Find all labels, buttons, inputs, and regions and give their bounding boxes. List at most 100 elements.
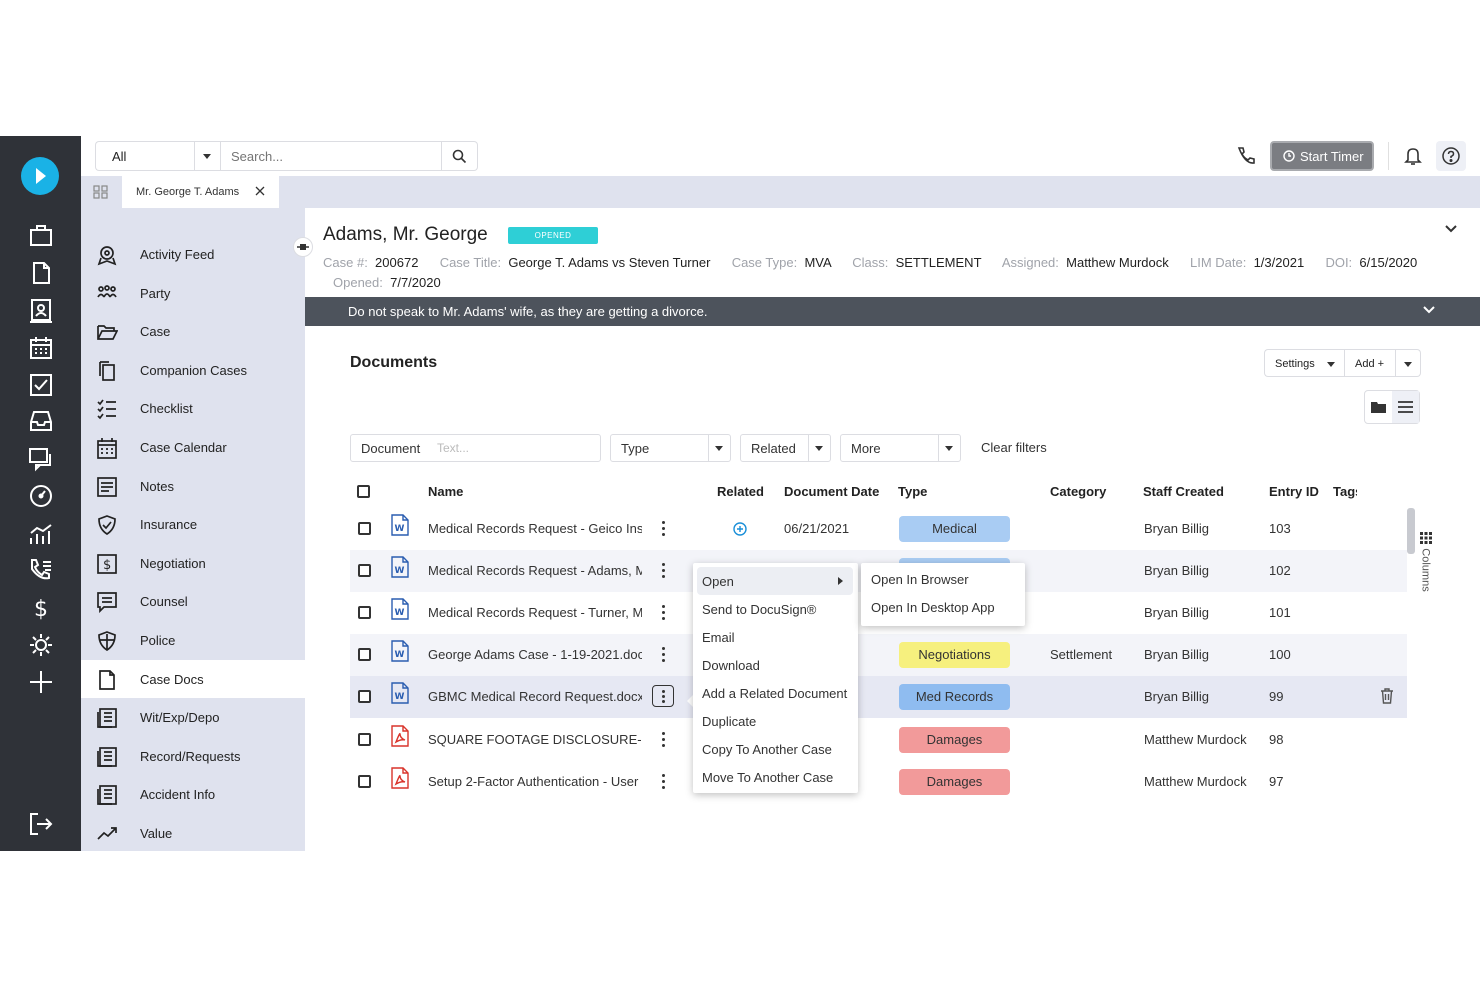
pin-sidebar-button[interactable] (293, 237, 313, 257)
messages-icon[interactable] (28, 446, 54, 472)
close-icon[interactable] (254, 185, 266, 197)
menu-item-email[interactable]: Email (693, 623, 858, 651)
help-button[interactable] (1436, 141, 1466, 171)
document-name-link[interactable]: SQUARE FOOTAGE DISCLOSURE-00 (428, 732, 642, 747)
column-header-category[interactable]: Category (1050, 484, 1106, 499)
app-logo-icon[interactable] (21, 157, 59, 195)
sidebar-item-record-requests[interactable]: Record/Requests (81, 737, 305, 775)
document-text-filter[interactable]: Document Text... (350, 434, 601, 462)
menu-item-download[interactable]: Download (693, 651, 858, 679)
menu-item-open-in-desktop-app[interactable]: Open In Desktop App (871, 600, 995, 615)
add-related-icon[interactable] (733, 522, 747, 539)
column-header-name[interactable]: Name (428, 484, 463, 499)
more-actions-kebab-icon[interactable] (660, 561, 666, 581)
row-checkbox[interactable] (358, 648, 371, 661)
chevron-down-icon[interactable] (194, 142, 220, 170)
sidebar-item-checklist[interactable]: Checklist (81, 389, 305, 427)
sidebar-item-wit-exp-depo[interactable]: Wit/Exp/Depo (81, 698, 305, 736)
menu-item-open-in-browser[interactable]: Open In Browser (871, 572, 969, 587)
more-actions-kebab-icon[interactable] (660, 519, 666, 539)
table-scrollbar[interactable] (1407, 508, 1415, 554)
sidebar-item-case-docs[interactable]: Case Docs (81, 660, 305, 698)
file-icon[interactable] (28, 260, 54, 286)
column-header-entry-id[interactable]: Entry ID (1269, 484, 1319, 499)
sidebar-item-accident-info[interactable]: Accident Info (81, 775, 305, 813)
search-button[interactable] (442, 141, 478, 171)
document-name-link[interactable]: Medical Records Request - Turner, Mr. St… (428, 605, 642, 620)
row-checkbox[interactable] (358, 606, 371, 619)
checkbox-icon[interactable] (28, 372, 54, 398)
sidebar-item-negotiation[interactable]: $ Negotiation (81, 544, 305, 582)
phone-icon[interactable] (1236, 146, 1256, 166)
column-header-type[interactable]: Type (898, 484, 927, 499)
more-actions-kebab-icon[interactable] (660, 603, 666, 623)
table-row[interactable]: W George Adams Case - 1-19-2021.docx Negot… (350, 634, 1407, 676)
briefcase-icon[interactable] (28, 222, 54, 248)
column-header-related[interactable]: Related (717, 484, 764, 499)
calendar-icon[interactable] (28, 335, 54, 361)
document-name-link[interactable]: GBMC Medical Record Request.docx (428, 689, 642, 704)
sidebar-item-case[interactable]: Case (81, 312, 305, 350)
sidebar-item-notes[interactable]: Notes (81, 467, 305, 505)
sidebar-item-party[interactable]: Party (81, 274, 305, 312)
document-name-link[interactable]: Setup 2-Factor Authentication - User (428, 774, 642, 789)
select-all-checkbox[interactable] (357, 485, 370, 498)
grid-icon[interactable] (93, 185, 109, 199)
sidebar-item-case-calendar[interactable]: Case Calendar (81, 428, 305, 466)
start-timer-button[interactable]: Start Timer (1270, 141, 1374, 171)
type-filter-select[interactable]: Type (610, 434, 731, 462)
table-row[interactable]: W GBMC Medical Record Request.docx Med Rec… (350, 676, 1407, 718)
sidebar-item-insurance[interactable]: Insurance (81, 505, 305, 543)
sidebar-item-counsel[interactable]: Counsel (81, 582, 305, 620)
clear-filters-link[interactable]: Clear filters (981, 440, 1047, 455)
document-name-link[interactable]: Medical Records Request - Adams, Mr. Geo… (428, 563, 642, 578)
menu-item-open[interactable]: Open (697, 567, 853, 595)
contacts-icon[interactable] (28, 297, 54, 323)
more-actions-kebab-icon[interactable] (652, 685, 674, 707)
menu-item-send-to-docusign[interactable]: Send to DocuSign® (693, 595, 858, 623)
row-checkbox[interactable] (358, 564, 371, 577)
sidebar-item-activity-feed[interactable]: Activity Feed (81, 235, 305, 273)
column-header-document-date[interactable]: Document Date (784, 484, 879, 499)
inbox-icon[interactable] (28, 408, 54, 434)
document-name-link[interactable]: George Adams Case - 1-19-2021.docx (428, 647, 642, 662)
row-checkbox[interactable] (358, 690, 371, 703)
bell-icon[interactable] (1404, 146, 1422, 166)
more-actions-kebab-icon[interactable] (660, 772, 666, 792)
more-actions-kebab-icon[interactable] (660, 645, 666, 665)
table-row[interactable]: W Medical Records Request - Geico Insuran… (350, 508, 1407, 550)
row-checkbox[interactable] (358, 775, 371, 788)
more-actions-kebab-icon[interactable] (660, 730, 666, 750)
document-name-link[interactable]: Medical Records Request - Geico Insuranc… (428, 521, 642, 536)
chevron-down-icon[interactable] (1444, 224, 1458, 234)
add-plus-icon[interactable] (28, 669, 54, 695)
sidebar-item-companion-cases[interactable]: Companion Cases (81, 351, 305, 389)
add-button[interactable]: Add + (1344, 349, 1396, 377)
columns-panel-toggle[interactable]: Columns (1416, 528, 1436, 608)
settings-dropdown-button[interactable]: Settings (1264, 349, 1344, 377)
column-header-tags[interactable]: Tags (1333, 484, 1357, 499)
sidebar-item-police[interactable]: Police (81, 621, 305, 659)
table-row[interactable]: Setup 2-Factor Authentication - User Dama… (350, 761, 1407, 803)
more-filter-select[interactable]: More (840, 434, 961, 462)
billing-dollar-icon[interactable]: $ (28, 594, 54, 622)
logout-icon[interactable] (28, 811, 54, 837)
add-dropdown-toggle[interactable] (1396, 349, 1421, 377)
row-checkbox[interactable] (358, 522, 371, 535)
chevron-down-icon[interactable] (1423, 306, 1435, 314)
list-view-button[interactable] (1392, 391, 1419, 423)
reports-chart-icon[interactable] (28, 521, 54, 547)
call-log-icon[interactable] (28, 557, 54, 583)
tab-case[interactable]: Mr. George T. Adams (122, 176, 279, 208)
row-checkbox[interactable] (358, 733, 371, 746)
dashboard-gauge-icon[interactable] (28, 483, 54, 509)
trash-icon[interactable] (1380, 688, 1394, 707)
column-header-staff-created[interactable]: Staff Created (1143, 484, 1224, 499)
menu-item-add-related-document[interactable]: Add a Related Document (693, 679, 858, 707)
folder-view-button[interactable] (1365, 391, 1392, 423)
menu-item-duplicate[interactable]: Duplicate (693, 707, 858, 735)
search-input[interactable] (220, 141, 442, 171)
search-scope-select[interactable]: All (95, 141, 220, 171)
table-row[interactable]: SQUARE FOOTAGE DISCLOSURE-00 Damages Matth… (350, 719, 1407, 761)
settings-gear-icon[interactable] (28, 632, 54, 658)
